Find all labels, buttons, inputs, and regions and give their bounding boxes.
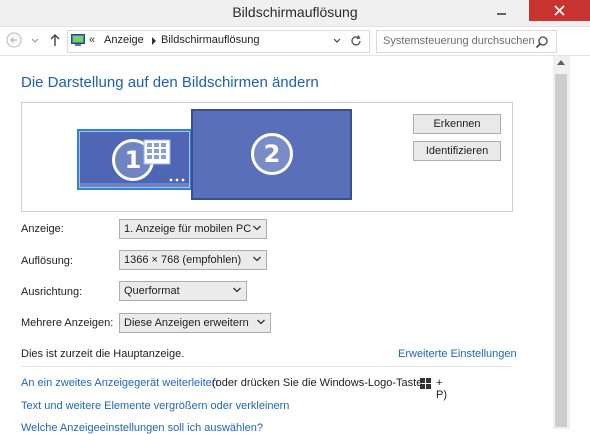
chevron-down-icon [257,319,265,325]
breadcrumb-bildschirmaufloesung[interactable]: Bildschirmauflösung [161,34,259,46]
scrollbar-thumb[interactable] [555,74,567,427]
multiple-displays-select[interactable]: Diese Anzeigen erweitern [119,313,271,333]
which-settings-link[interactable]: Welche Anzeigeeinstellungen soll ich aus… [21,422,263,434]
back-arrow-icon [6,32,22,48]
refresh-icon [351,35,361,46]
vertical-scrollbar[interactable] [553,56,570,429]
content-panel: Die Darstellung auf den Bildschirmen änd… [0,56,570,434]
resolution-label: Auflösung: [21,255,73,267]
main-display-status: Dies ist zurzeit die Hauptanzeige. [21,348,185,360]
back-button[interactable] [6,32,22,48]
title-bar: Bildschirmauflösung [0,0,590,27]
orientation-value: Querformat [124,285,180,297]
control-panel-icon [71,34,85,46]
monitor-2[interactable]: 2 [191,109,352,200]
minimize-button[interactable] [487,0,517,22]
detect-button[interactable]: Erkennen [413,114,501,134]
chevron-down-icon [253,225,261,231]
search-placeholder: Systemsteuerung durchsuchen [383,35,535,47]
display-select[interactable]: 1. Anzeige für mobilen PC [119,219,267,239]
advanced-settings-link[interactable]: Erweiterte Einstellungen [398,348,517,360]
refresh-button[interactable] [349,34,363,48]
breadcrumb-anzeige[interactable]: Anzeige [104,34,144,46]
display-grid-icon [143,139,171,165]
orientation-select[interactable]: Querformat [119,281,247,301]
chevron-down-icon [233,287,241,293]
resolution-value: 1366 × 768 (empfohlen) [124,254,242,266]
up-arrow-icon [50,34,60,46]
connect-second-display-link[interactable]: An ein zweites Anzeigegerät weiterleiten [21,377,218,389]
search-input[interactable]: Systemsteuerung durchsuchen [376,30,557,53]
orientation-label: Ausrichtung: [21,286,83,298]
breadcrumb-separator-icon[interactable] [152,37,156,45]
maximize-button[interactable] [517,0,529,22]
up-button[interactable] [49,32,61,48]
monitor-1-taskbar [80,183,189,187]
monitor-2-number: 2 [251,133,293,175]
resolution-select[interactable]: 1366 × 768 (empfohlen) [119,250,267,270]
windows-logo-icon [420,378,431,389]
connect-second-display-hint: (oder drücken Sie die Windows-Logo-Taste [212,377,423,389]
divider [21,366,511,367]
monitor-arrangement: 1 2 Erkennen Identifizieren [21,102,513,212]
enlarge-text-link[interactable]: Text und weitere Elemente vergrößern ode… [21,400,289,412]
navigation-bar: « Anzeige Bildschirmauflösung Systemsteu… [0,27,590,56]
address-bar[interactable]: « Anzeige Bildschirmauflösung [67,30,370,53]
scroll-up-arrow-icon[interactable] [557,60,565,65]
identify-button[interactable]: Identifizieren [413,141,501,161]
multiple-displays-label: Mehrere Anzeigen: [21,317,114,329]
chevron-down-icon [333,38,341,43]
page-title: Die Darstellung auf den Bildschirmen änd… [21,74,319,91]
close-button[interactable] [529,0,590,21]
display-label: Anzeige: [21,223,64,235]
breadcrumb-overflow[interactable]: « [89,34,95,46]
address-dropdown-button[interactable] [332,35,342,47]
chevron-down-icon [31,38,39,43]
chevron-down-icon [253,256,261,262]
close-icon [554,5,565,16]
search-icon[interactable] [535,35,549,49]
more-dots-icon [169,178,185,182]
window-edge [570,56,590,429]
multiple-displays-value: Diese Anzeigen erweitern [124,317,249,329]
connect-second-display-row: An ein zweites Anzeigegerät weiterleiten… [21,377,447,401]
shortcut-suffix: + P) [436,377,447,401]
monitor-1[interactable]: 1 [77,129,192,190]
display-value: 1. Anzeige für mobilen PC [124,223,252,235]
forward-dropdown-button[interactable] [30,35,40,47]
